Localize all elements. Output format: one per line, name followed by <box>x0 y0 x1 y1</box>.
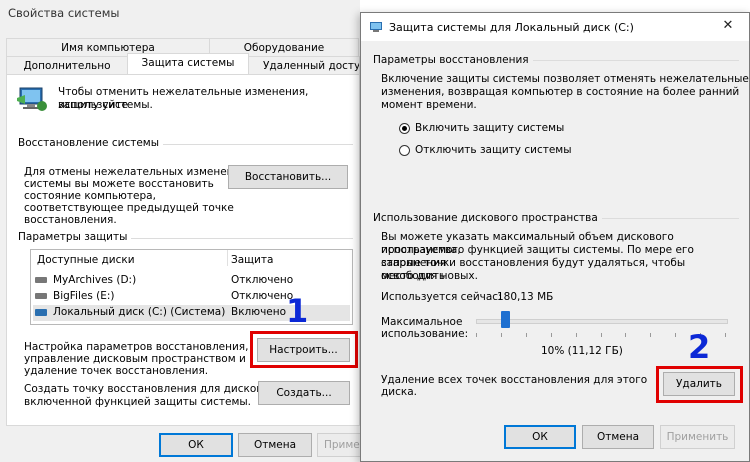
drive-icon <box>35 293 47 299</box>
radio-enable[interactable] <box>399 123 410 134</box>
restore-group-label: Восстановление системы <box>18 137 164 149</box>
restore-desc-3: состояние компьютера, <box>24 190 156 202</box>
slider-tick <box>551 333 552 337</box>
radio-disable-label[interactable]: Отключить защиту системы <box>415 144 572 157</box>
system-properties-window: Свойства системы Имя компьютера Оборудов… <box>0 0 377 462</box>
marker-1: 1 <box>286 292 309 330</box>
col-header-drives[interactable]: Доступные диски <box>37 254 135 266</box>
cancel-button[interactable]: Отмена <box>582 425 654 449</box>
col-header-protection[interactable]: Защита <box>231 254 273 266</box>
slider-tick <box>625 333 626 337</box>
slider-tick <box>526 333 527 337</box>
ok-button[interactable]: ОК <box>159 433 233 457</box>
restore-desc-1: Для отмены нежелательных изменений <box>24 166 248 178</box>
close-icon[interactable]: ✕ <box>713 18 743 38</box>
slider-tick <box>725 333 726 337</box>
disk-usage-desc-4: место для новых. <box>381 270 478 282</box>
drive-status: Отключено <box>231 274 294 286</box>
system-drive-icon <box>35 309 47 316</box>
radio-disable[interactable] <box>399 145 410 156</box>
drive-icon <box>35 277 47 283</box>
highlight-configure <box>250 331 358 368</box>
drive-status: Отключено <box>231 290 294 302</box>
max-usage-label-2: использование: <box>381 328 469 340</box>
window-title: Свойства системы <box>8 6 120 20</box>
restore-params-desc-1: Включение защиты системы позволяет отмен… <box>381 73 749 85</box>
drive-name: BigFiles (E:) <box>53 290 115 302</box>
configure-desc-1: Настройка параметров восстановления, <box>24 341 249 353</box>
slider-tick <box>601 333 602 337</box>
restore-desc-4: соответствующее предыдущей точке <box>24 202 234 214</box>
slider-tick <box>576 333 577 337</box>
intro-text-2: защиту системы. <box>58 99 153 111</box>
current-usage-value: 180,13 МБ <box>497 291 554 303</box>
tab-remote[interactable]: Удаленный доступ <box>248 56 360 75</box>
dialog-title-icon <box>369 21 383 33</box>
marker-2: 2 <box>688 328 711 366</box>
create-desc-1: Создать точку восстановления для дисков … <box>24 383 272 395</box>
drive-status: Включено <box>231 306 287 318</box>
drive-name: Локальный диск (C:) (Система) <box>53 306 226 318</box>
restore-params-desc-3: момент времени. <box>381 99 477 111</box>
ok-button[interactable]: ОК <box>504 425 576 449</box>
cancel-button[interactable]: Отмена <box>238 433 312 457</box>
configure-desc-3: удаление точек восстановления. <box>24 365 209 377</box>
configure-desc-2: управление дисковым пространством и <box>24 353 246 365</box>
restore-button[interactable]: Восстановить... <box>228 165 348 189</box>
delete-desc-1: Удаление всех точек восстановления для э… <box>381 374 648 386</box>
max-usage-label-1: Максимальное <box>381 316 463 328</box>
create-desc-2: включенной функцией защиты системы. <box>24 396 252 408</box>
slider-tick <box>675 333 676 337</box>
current-usage-label: Используется сейчас: <box>381 291 502 303</box>
slider-value: 10% (11,12 ГБ) <box>541 345 623 357</box>
slider-tick <box>476 333 477 337</box>
highlight-delete <box>656 366 743 403</box>
disk-usage-label: Использование дискового пространства <box>373 212 602 224</box>
radio-enable-label[interactable]: Включить защиту системы <box>415 122 564 135</box>
apply-button[interactable]: Применить <box>660 425 735 449</box>
slider-track <box>476 319 728 324</box>
system-protection-icon <box>16 84 48 114</box>
restore-params-label: Параметры восстановления <box>373 54 533 66</box>
slider-thumb[interactable] <box>501 311 510 328</box>
col-header-divider <box>227 250 228 266</box>
dialog-title: Защита системы для Локальный диск (C:) <box>389 21 634 34</box>
restore-params-desc-2: изменения, возвращая компьютер в состоян… <box>381 86 740 98</box>
create-button[interactable]: Создать... <box>258 381 350 405</box>
slider-tick <box>650 333 651 337</box>
tab-advanced[interactable]: Дополнительно <box>6 56 128 75</box>
drive-name: MyArchives (D:) <box>53 274 137 286</box>
slider-tick <box>501 333 502 337</box>
protection-group-label: Параметры защиты <box>18 231 132 243</box>
tab-system-protection[interactable]: Защита системы <box>127 53 249 74</box>
restore-desc-2: системы вы можете восстановить <box>24 178 214 190</box>
table-row[interactable]: MyArchives (D:) Отключено <box>33 273 350 288</box>
restore-desc-5: восстановления. <box>24 214 117 226</box>
delete-desc-2: диска. <box>381 386 417 398</box>
